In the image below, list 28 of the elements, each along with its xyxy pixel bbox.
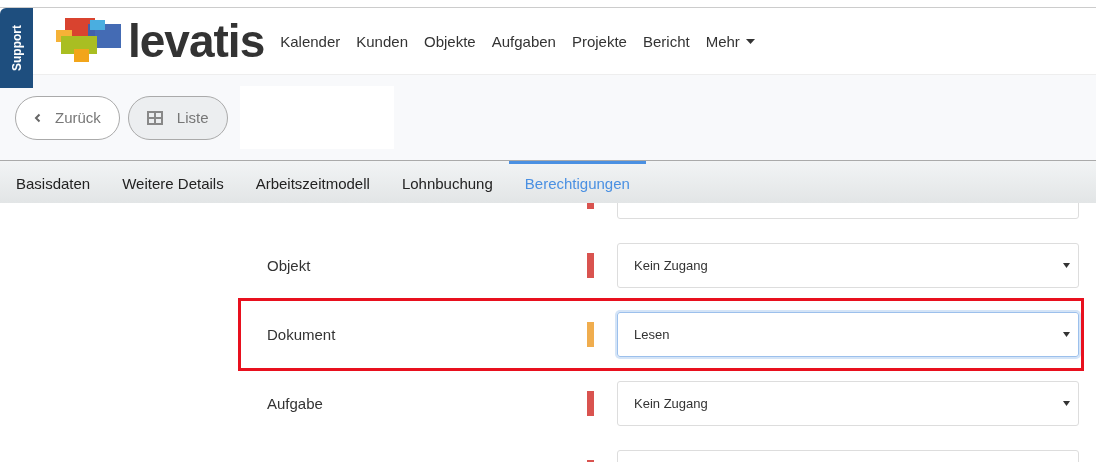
permission-label: Dokument (267, 326, 336, 343)
caret-icon (745, 38, 755, 44)
select-field[interactable]: Kein Zugang (617, 381, 1079, 426)
tab[interactable]: Lohnbuchung (385, 161, 509, 203)
caret-icon (1063, 332, 1070, 337)
tab[interactable]: Basisdaten (0, 161, 107, 203)
tab[interactable]: Arbeitszeitmodell (239, 161, 386, 203)
nav-link[interactable]: Mehr (705, 32, 755, 50)
support-tab[interactable]: Support (0, 8, 33, 88)
permission-label: Aufgabe (267, 395, 323, 412)
select-field[interactable]: Kein Zugang (617, 243, 1079, 288)
list-button[interactable]: Liste (127, 95, 228, 140)
chevron-left-icon (34, 112, 41, 123)
caret-icon (1063, 401, 1070, 406)
nav-link[interactable]: Projekte (571, 32, 627, 50)
nav-link[interactable]: Objekte (424, 32, 476, 50)
table-icon (146, 110, 163, 125)
nav-link[interactable]: Aufgaben (491, 32, 556, 50)
nav-link[interactable]: Bericht (642, 32, 690, 50)
caret-icon (1063, 263, 1070, 268)
nav-link[interactable]: Kalender (280, 32, 341, 50)
logo-wordmark: levatis (128, 18, 265, 64)
logo-icon (56, 18, 122, 64)
select-field[interactable]: Lesen (617, 312, 1079, 357)
permission-label: Objekt (267, 257, 311, 274)
nav-link[interactable]: Kunden (356, 32, 408, 50)
tab[interactable]: Weitere Details (106, 161, 240, 203)
back-button[interactable]: Zurück (15, 95, 120, 140)
